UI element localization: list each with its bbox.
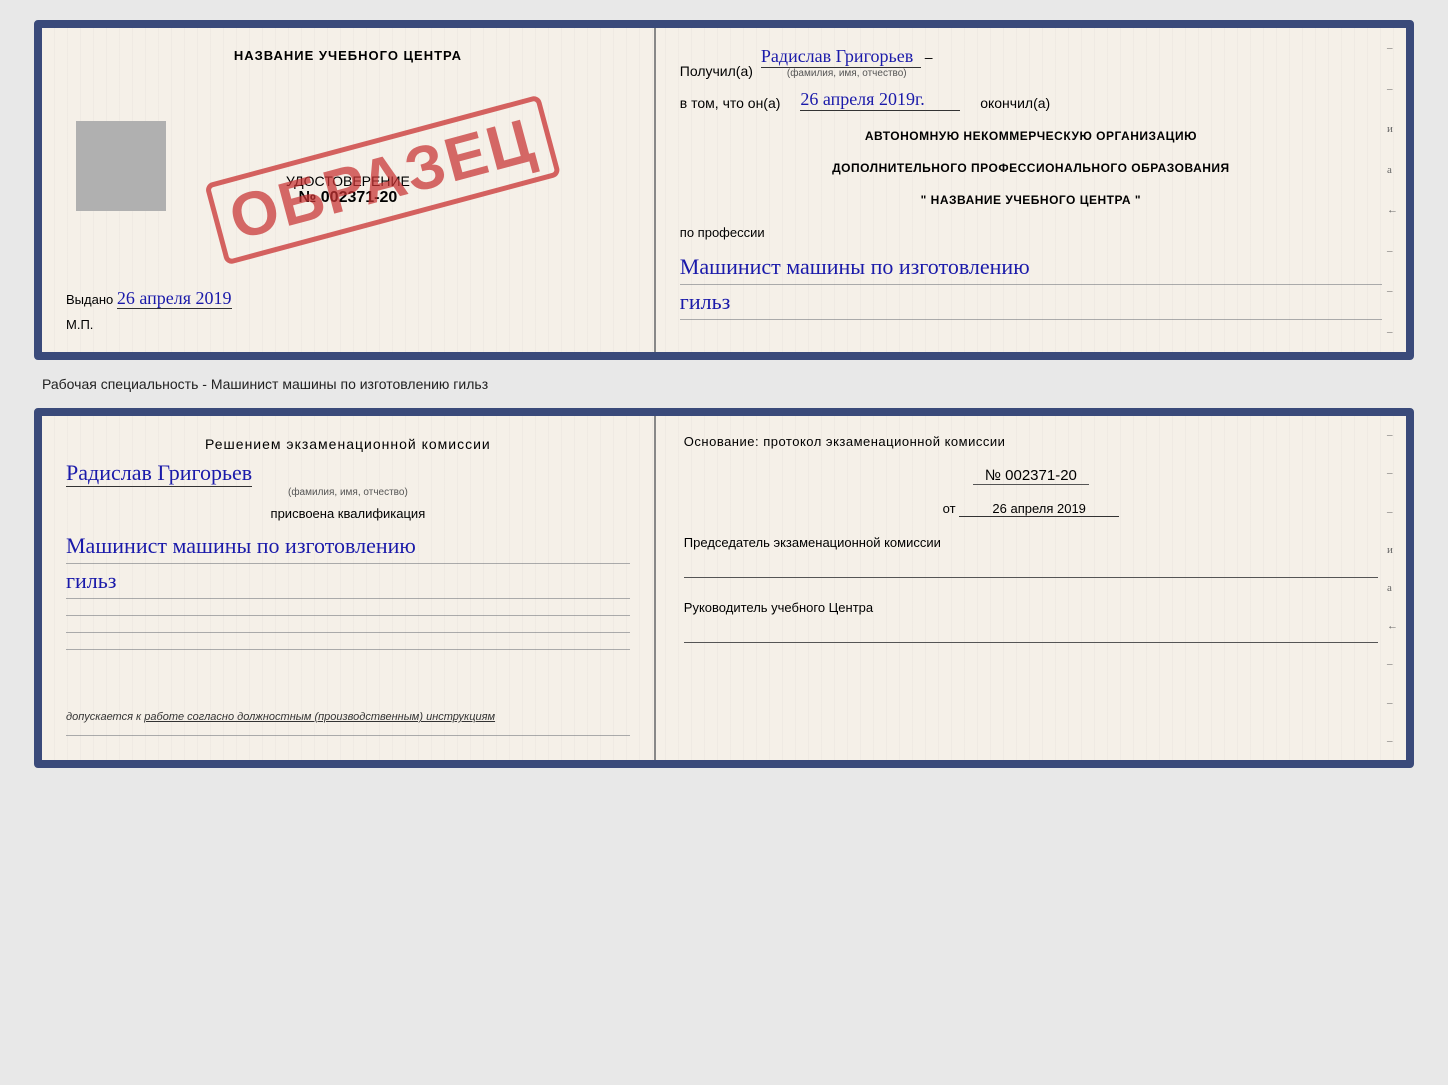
- received-label: Получил(а): [680, 63, 753, 79]
- top-certificate: НАЗВАНИЕ УЧЕБНОГО ЦЕНТРА УДОСТОВЕРЕНИЕ №…: [34, 20, 1414, 360]
- bottom-certificate: Решением экзаменационной комиссии Радисл…: [34, 408, 1414, 768]
- fio-subtext: (фамилия, имя, отчество): [761, 68, 933, 79]
- obrazets-text: ОБРАЗЕЦ: [223, 109, 541, 250]
- chairman-signature-line: [684, 558, 1378, 578]
- org-line1: АВТОНОМНУЮ НЕКОММЕРЧЕСКУЮ ОРГАНИЗАЦИЮ: [680, 129, 1382, 143]
- assigned-label: присвоена квалификация: [66, 506, 630, 521]
- issued-line: Выдано 26 апреля 2019: [66, 288, 630, 309]
- cert-photo-placeholder: [76, 121, 166, 211]
- director-section: Руководитель учебного Центра: [684, 600, 1378, 643]
- allowed-line: допускается к работе согласно должностны…: [66, 711, 630, 723]
- bottom-date-value: 26 апреля 2019: [959, 501, 1119, 517]
- right-edge-marks: – – и а ← – – –: [1387, 28, 1398, 352]
- cert-right-panel: Получил(а) Радислав Григорьев – (фамилия…: [656, 28, 1406, 352]
- bottom-date-line: от 26 апреля 2019: [684, 501, 1378, 517]
- protocol-number-block: № 002371-20: [684, 467, 1378, 485]
- org-name: " НАЗВАНИЕ УЧЕБНОГО ЦЕНТРА ": [680, 193, 1382, 207]
- bottom-right-edge-marks: – – – и а ← – – –: [1387, 416, 1398, 760]
- chairman-section: Председатель экзаменационной комиссии: [684, 535, 1378, 578]
- in-that-label: в том, что он(а): [680, 95, 781, 111]
- bottom-left-panel: Решением экзаменационной комиссии Радисл…: [42, 416, 656, 760]
- obrazets-stamp: ОБРАЗЕЦ: [204, 94, 561, 265]
- chairman-label: Председатель экзаменационной комиссии: [684, 535, 1378, 550]
- bottom-person-name: Радислав Григорьев: [66, 460, 252, 487]
- bottom-qualification-value: Машинист машины по изготовлению: [66, 533, 630, 559]
- profession-block: Машинист машины по изготовлению гильз: [680, 254, 1382, 324]
- bottom-right-panel: Основание: протокол экзаменационной коми…: [656, 416, 1406, 760]
- director-label: Руководитель учебного Центра: [684, 600, 1378, 615]
- allowed-prefix: допускается к: [66, 711, 141, 723]
- cert-left-panel: НАЗВАНИЕ УЧЕБНОГО ЦЕНТРА УДОСТОВЕРЕНИЕ №…: [42, 28, 656, 352]
- issued-date: 26 апреля 2019: [117, 288, 232, 309]
- director-signature-line: [684, 623, 1378, 643]
- cert-stamp-area: УДОСТОВЕРЕНИЕ № 002371-20 ОБРАЗЕЦ: [66, 71, 630, 288]
- profession-value2: гильз: [680, 289, 1382, 315]
- issued-label: Выдано: [66, 292, 113, 307]
- basis-label: Основание: протокол экзаменационной коми…: [684, 434, 1378, 449]
- person-name-block: Радислав Григорьев (фамилия, имя, отчест…: [66, 460, 630, 498]
- recipient-line: Получил(а) Радислав Григорьев – (фамилия…: [680, 46, 1382, 79]
- finished-label: окончил(а): [980, 95, 1050, 111]
- date-line-row: в том, что он(а) 26 апреля 2019г. окончи…: [680, 89, 1382, 111]
- document-wrapper: НАЗВАНИЕ УЧЕБНОГО ЦЕНТРА УДОСТОВЕРЕНИЕ №…: [34, 20, 1414, 768]
- bottom-fio-subtext: (фамилия, имя, отчество): [66, 487, 630, 498]
- mp-line: М.П.: [66, 317, 630, 332]
- cert-training-center-title: НАЗВАНИЕ УЧЕБНОГО ЦЕНТРА: [66, 48, 630, 63]
- profession-label: по профессии: [680, 225, 1382, 240]
- bottom-qualification-value2: гильз: [66, 568, 630, 594]
- decision-title: Решением экзаменационной комиссии: [66, 436, 630, 452]
- course-date: 26 апреля 2019г.: [800, 89, 960, 111]
- protocol-number: № 002371-20: [973, 467, 1089, 485]
- separator-label: Рабочая специальность - Машинист машины …: [34, 376, 488, 392]
- profession-value: Машинист машины по изготовлению: [680, 254, 1382, 280]
- org-line2: ДОПОЛНИТЕЛЬНОГО ПРОФЕССИОНАЛЬНОГО ОБРАЗО…: [680, 161, 1382, 175]
- date-prefix: от: [943, 501, 956, 516]
- recipient-name: Радислав Григорьев: [761, 46, 921, 68]
- allowed-text: работе согласно должностным (производств…: [144, 711, 495, 723]
- bottom-qualification-block: Машинист машины по изготовлению гильз: [66, 533, 630, 654]
